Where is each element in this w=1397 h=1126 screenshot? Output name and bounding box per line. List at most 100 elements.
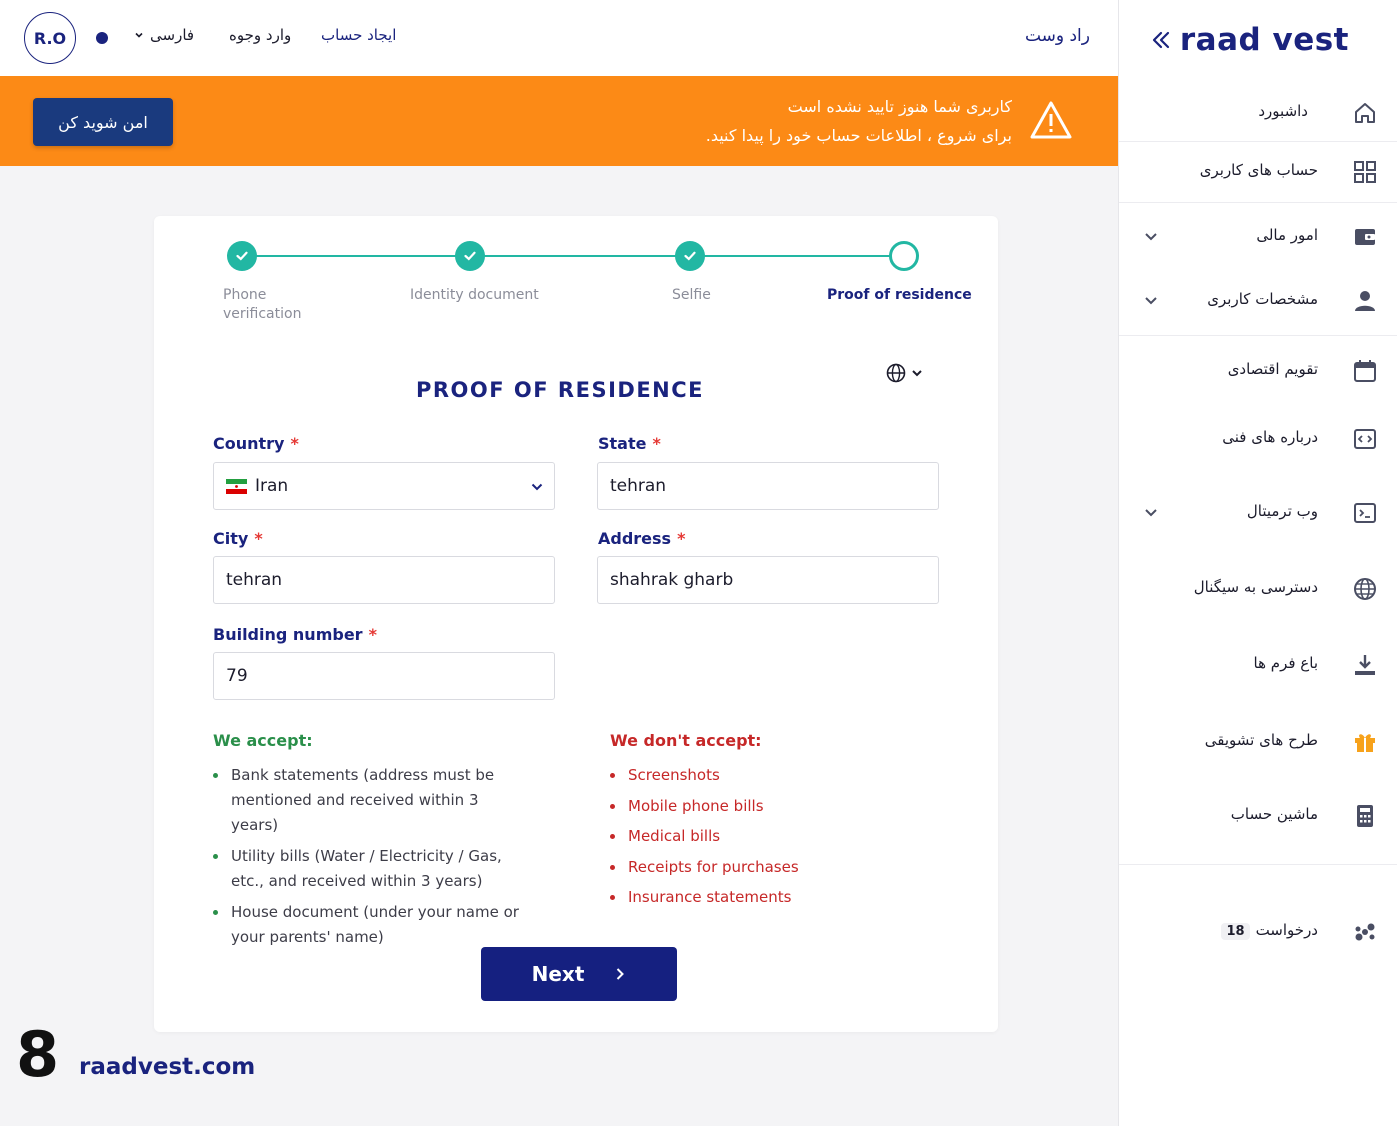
step-label-identity: Identity document bbox=[410, 287, 539, 303]
banner-message: کاربری شما هنوز تایید نشده است برای شروع… bbox=[706, 92, 1012, 150]
list-item: Insurance statements bbox=[610, 885, 910, 910]
building-value: 79 bbox=[226, 666, 248, 686]
calculator-icon bbox=[1357, 805, 1373, 827]
required-mark: * bbox=[652, 434, 661, 453]
sidebar-divider bbox=[1119, 335, 1397, 336]
step-label-selfie: Selfie bbox=[672, 287, 711, 303]
watermark-number: 8 bbox=[16, 1018, 60, 1091]
gift-icon bbox=[1355, 734, 1375, 752]
code-icon bbox=[1354, 429, 1376, 449]
country-label: Country * bbox=[213, 434, 299, 453]
address-value: shahrak gharb bbox=[610, 570, 734, 590]
rejected-documents-list: Screenshots Mobile phone bills Medical b… bbox=[610, 763, 910, 916]
building-number-input[interactable]: 79 bbox=[213, 652, 555, 700]
banner-line-1: کاربری شما هنوز تایید نشده است bbox=[787, 97, 1012, 116]
deposit-link[interactable]: وارد وجوه bbox=[229, 26, 291, 44]
list-item: Mobile phone bills bbox=[610, 794, 910, 819]
sidebar-divider bbox=[1119, 864, 1397, 865]
language-selector[interactable]: فارسی bbox=[134, 26, 194, 44]
next-button[interactable]: Next bbox=[481, 947, 677, 1001]
sidebar-logo[interactable]: raad vest bbox=[1180, 22, 1349, 58]
step-selfie-done bbox=[675, 241, 705, 271]
sidebar-item-technical[interactable]: درباره های فنی bbox=[1119, 416, 1397, 460]
reject-title: We don't accept: bbox=[610, 731, 762, 750]
required-mark: * bbox=[368, 625, 377, 644]
step-phone-done bbox=[227, 241, 257, 271]
city-input[interactable]: tehran bbox=[213, 556, 555, 604]
required-mark: * bbox=[677, 529, 686, 548]
sidebar-divider bbox=[1119, 202, 1397, 203]
create-account-link[interactable]: ایجاد حساب bbox=[321, 26, 396, 44]
home-icon bbox=[1355, 103, 1375, 123]
check-icon bbox=[464, 251, 476, 261]
sidebar-item-finance[interactable]: امور مالی bbox=[1119, 214, 1397, 258]
sidebar-item-downloads[interactable]: باع فرم ها bbox=[1119, 642, 1397, 686]
brand-link[interactable]: راد وست bbox=[1025, 26, 1090, 46]
list-item: Screenshots bbox=[610, 763, 910, 788]
list-item: Bank statements (address must be mention… bbox=[213, 763, 523, 838]
state-value: tehran bbox=[610, 476, 667, 496]
required-mark: * bbox=[290, 434, 299, 453]
language-label: فارسی bbox=[150, 26, 195, 44]
sidebar-item-profile[interactable]: مشخصات کاربری bbox=[1119, 278, 1397, 322]
sidebar-item-calculator[interactable]: ماشین حساب bbox=[1119, 793, 1397, 837]
state-label: State * bbox=[598, 434, 661, 453]
language-globe-icon[interactable] bbox=[886, 362, 926, 384]
globe-icon bbox=[1354, 578, 1376, 600]
collapse-sidebar-icon[interactable] bbox=[1149, 28, 1173, 52]
chevron-down-icon bbox=[135, 32, 143, 38]
list-item: Receipts for purchases bbox=[610, 855, 910, 880]
list-item: Utility bills (Water / Electricity / Gas… bbox=[213, 844, 523, 894]
state-input[interactable]: tehran bbox=[597, 462, 939, 510]
sidebar-item-promotions[interactable]: طرح های تشویقی bbox=[1119, 719, 1397, 763]
state-label-text: State bbox=[598, 434, 647, 453]
sidebar-divider bbox=[1119, 141, 1397, 142]
sidebar-item-label: درباره های فنی bbox=[1222, 428, 1318, 446]
building-label-text: Building number bbox=[213, 625, 363, 644]
list-item: House document (under your name or your … bbox=[213, 900, 523, 950]
sidebar-item-label: وب ترمیتال bbox=[1246, 502, 1318, 520]
requests-count-badge: 18 bbox=[1221, 923, 1250, 940]
chevron-right-icon bbox=[617, 968, 625, 980]
required-mark: * bbox=[254, 529, 263, 548]
sidebar-item-label: طرح های تشویقی bbox=[1204, 731, 1318, 749]
stepper-connector bbox=[484, 255, 676, 257]
stepper-connector bbox=[704, 255, 892, 257]
avatar-initials: R.O bbox=[33, 28, 67, 48]
step-residence-current bbox=[889, 241, 919, 271]
watermark-site: raadvest.com bbox=[79, 1054, 256, 1080]
check-icon bbox=[236, 251, 248, 261]
next-button-label: Next bbox=[531, 962, 585, 986]
address-input[interactable]: shahrak gharb bbox=[597, 556, 939, 604]
sidebar-item-requests[interactable]: درخواست 18 bbox=[1119, 909, 1397, 953]
step-label-line: verification bbox=[223, 306, 302, 322]
form-title: PROOF OF RESIDENCE bbox=[416, 378, 704, 402]
sidebar: raad vest داشبورد حساب های کاربری امور م… bbox=[1118, 0, 1397, 1126]
sidebar-item-economic-calendar[interactable]: تقویم اقتصادی bbox=[1119, 348, 1397, 392]
verify-now-button[interactable]: امن شوید کن bbox=[33, 98, 173, 146]
banner-line-2: برای شروع ، اطلاعات حساب خود را پیدا کنی… bbox=[705, 126, 1012, 145]
sidebar-item-web-terminal[interactable]: وب ترمیتال bbox=[1119, 490, 1397, 534]
city-value: tehran bbox=[226, 570, 283, 590]
address-label: Address * bbox=[598, 529, 685, 548]
user-avatar[interactable]: R.O bbox=[24, 12, 76, 64]
sidebar-item-label: درخواست 18 bbox=[1221, 921, 1318, 940]
sidebar-item-label: باع فرم ها bbox=[1253, 654, 1318, 672]
step-label-phone: Phone verification bbox=[223, 286, 301, 324]
status-dot bbox=[96, 32, 108, 44]
download-icon bbox=[1355, 655, 1375, 675]
sidebar-item-label: ماشین حساب bbox=[1230, 805, 1318, 823]
stepper-connector bbox=[256, 255, 456, 257]
sidebar-item-label: حساب های کاربری bbox=[1199, 161, 1318, 179]
warning-icon bbox=[1030, 101, 1072, 139]
accepted-documents-list: Bank statements (address must be mention… bbox=[213, 763, 523, 956]
sidebar-item-dashboard[interactable]: داشبورد bbox=[1119, 90, 1397, 134]
chevron-down-icon bbox=[531, 483, 543, 491]
list-item: Medical bills bbox=[610, 824, 910, 849]
country-select[interactable]: Iran bbox=[213, 462, 555, 510]
country-value: Iran bbox=[255, 476, 289, 496]
address-label-text: Address bbox=[598, 529, 672, 548]
chevron-down-icon bbox=[1145, 233, 1157, 241]
sidebar-item-accounts[interactable]: حساب های کاربری bbox=[1119, 149, 1397, 193]
sidebar-item-signals[interactable]: دسترسی به سیگنال bbox=[1119, 566, 1397, 610]
